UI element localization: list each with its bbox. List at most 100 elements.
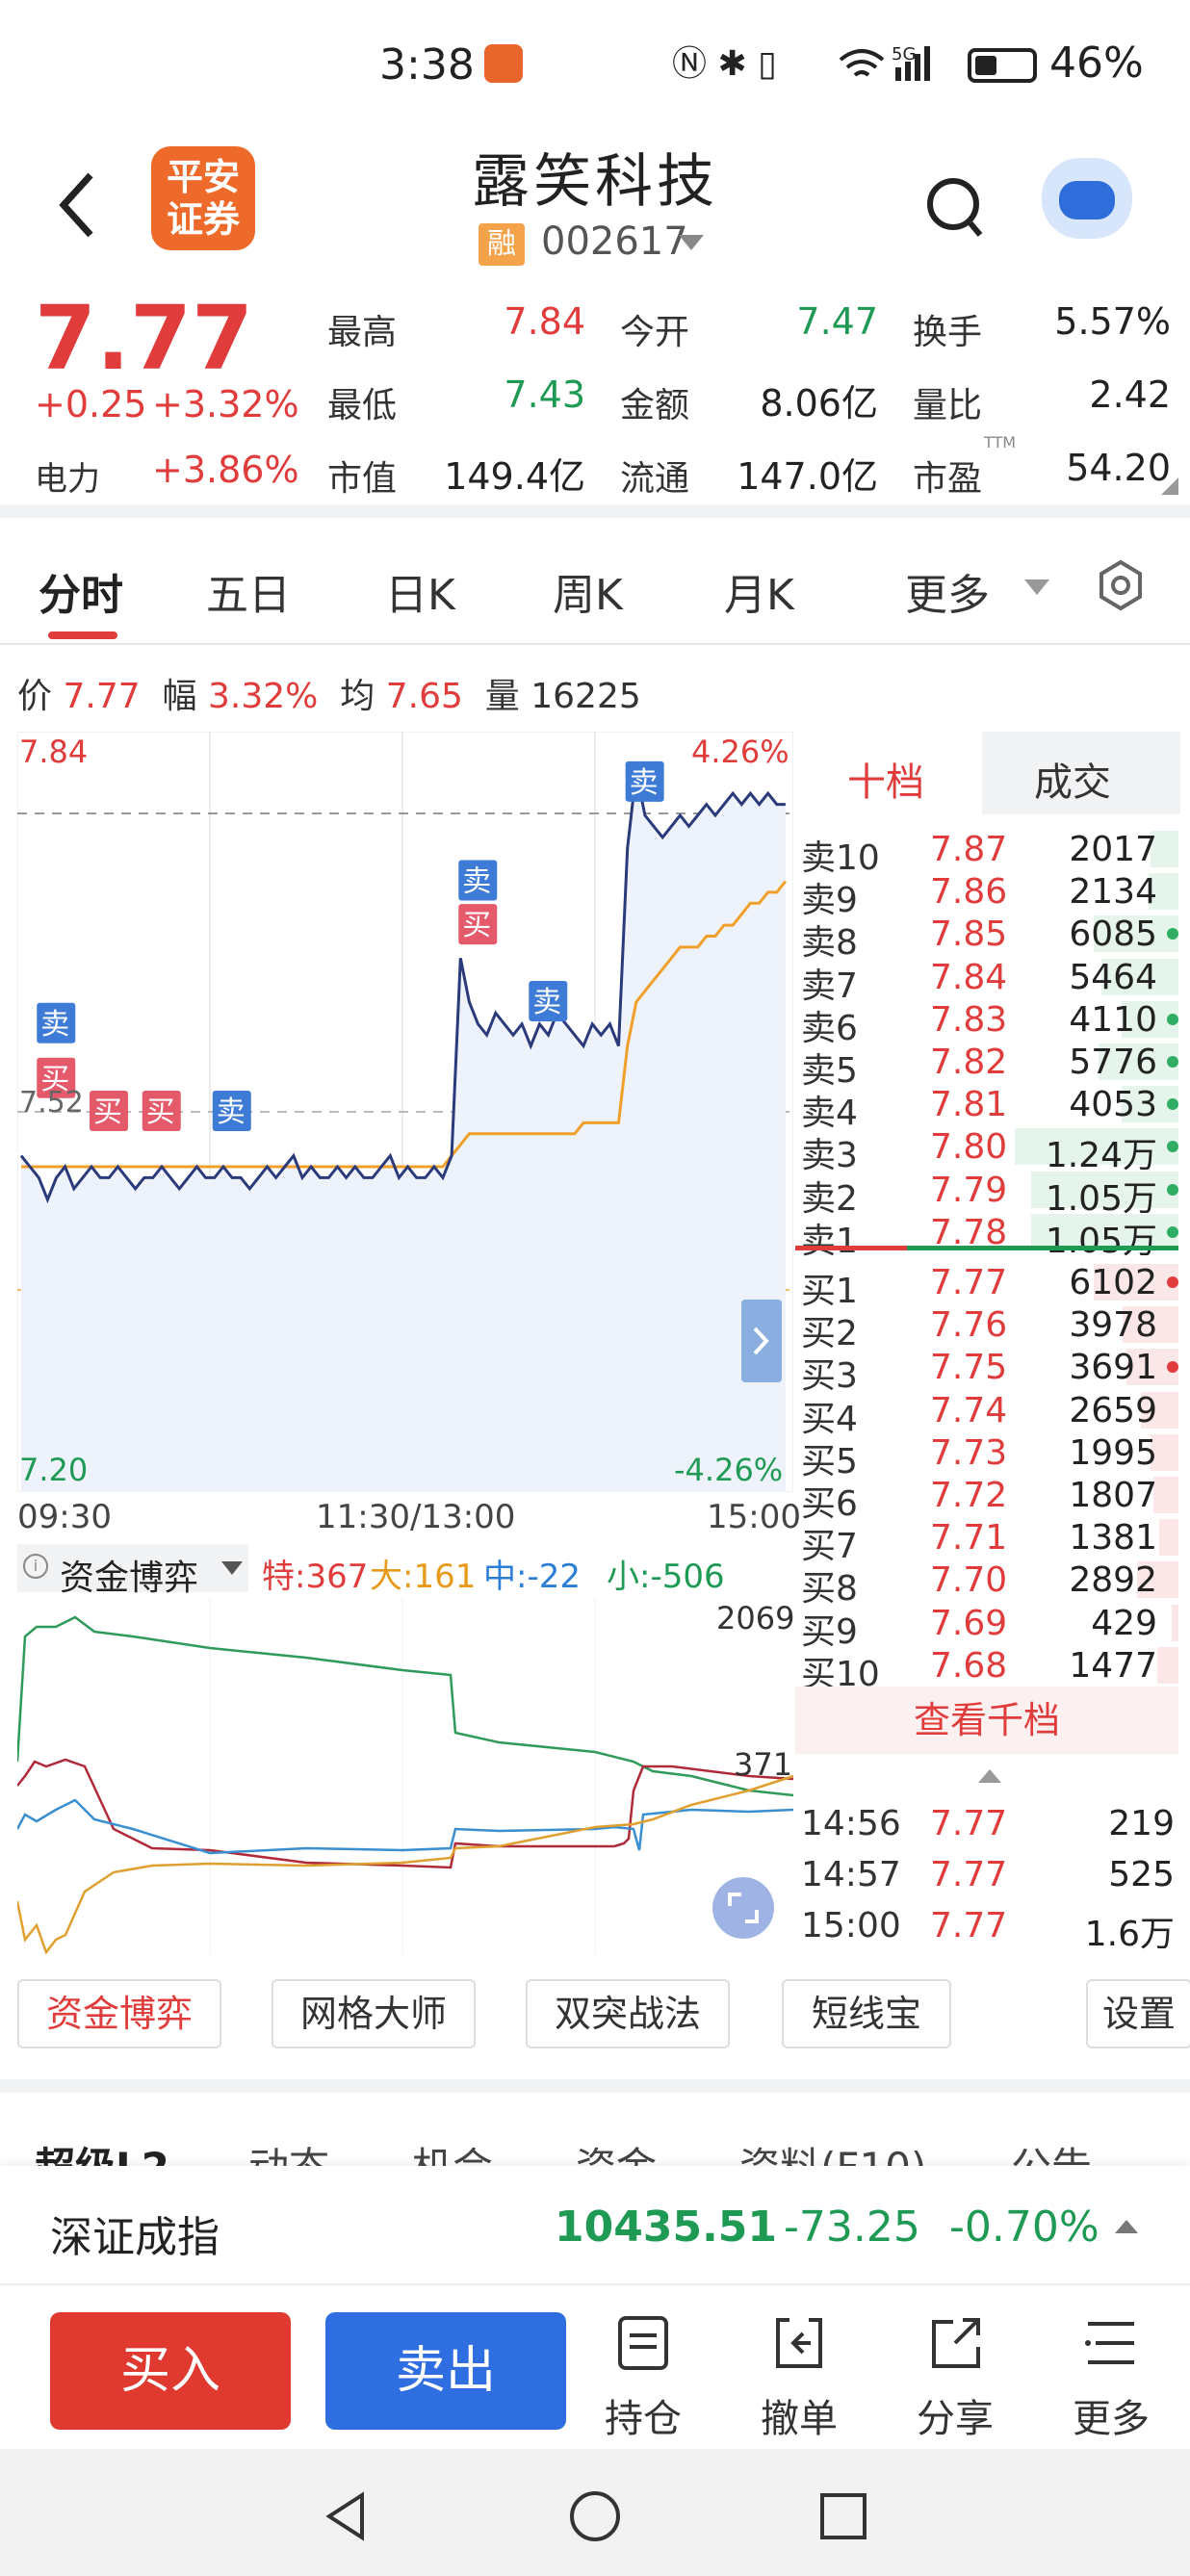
sell-signal-tag[interactable]: 卖: [529, 980, 568, 1021]
field-value: 8.06亿: [760, 382, 878, 425]
tab-ten-levels[interactable]: 十档: [795, 732, 982, 814]
level-price: 7.76: [930, 1305, 1008, 1346]
bid-row[interactable]: 买10 7.68 1477: [795, 1644, 1178, 1694]
sector-label[interactable]: 电力: [35, 452, 100, 500]
more-button[interactable]: 更多: [1053, 2314, 1169, 2441]
tab-monthly-k[interactable]: 月K: [724, 560, 794, 622]
field-value: 5.57%: [1054, 300, 1171, 343]
bid-row[interactable]: 买9 7.69 429: [795, 1602, 1178, 1652]
ask-row[interactable]: 卖5 7.82 5776: [795, 1041, 1178, 1091]
bid-row[interactable]: 买7 7.71 1381: [795, 1516, 1178, 1566]
level-volume: 2134: [1069, 872, 1157, 913]
ask-row[interactable]: 卖6 7.83 4110: [795, 998, 1178, 1048]
nav-recents-icon[interactable]: [815, 2487, 872, 2545]
tool-short-line[interactable]: 短线宝: [782, 1979, 951, 2048]
stock-name[interactable]: 露笑科技: [472, 135, 718, 219]
bid-row[interactable]: 买8 7.70 2892: [795, 1558, 1178, 1609]
fullscreen-icon[interactable]: [712, 1877, 774, 1939]
holdings-button[interactable]: 持仓: [585, 2314, 701, 2441]
tool-settings[interactable]: 设置: [1086, 1979, 1190, 2048]
tab-more[interactable]: 更多: [905, 560, 990, 622]
svg-text:买: 买: [146, 1095, 175, 1129]
sector-pct[interactable]: +3.86%: [152, 449, 299, 491]
tab-intraday[interactable]: 分时: [39, 560, 123, 622]
tab-opportunity[interactable]: 机会: [412, 2135, 493, 2166]
field-label: 最高: [327, 313, 398, 352]
sell-signal-tag[interactable]: 卖: [212, 1091, 251, 1131]
battery-percent: 46%: [1049, 39, 1144, 88]
field-label: 市盈: [913, 459, 983, 499]
bid-row[interactable]: 买3 7.75 3691: [795, 1346, 1178, 1396]
tab-super-l2[interactable]: 超级L2: [35, 2135, 169, 2166]
level-price: 7.87: [930, 830, 1008, 869]
field-label: 市值: [327, 459, 398, 499]
flow-xiao: 小:-506: [607, 1558, 725, 1596]
ask-row[interactable]: 卖4 7.81 4053: [795, 1083, 1178, 1133]
x-label: 11:30/13:00: [316, 1498, 516, 1536]
tab-f10[interactable]: 资料(F10): [739, 2135, 926, 2166]
expand-corner-icon[interactable]: [1161, 477, 1178, 495]
level-price: 7.73: [930, 1432, 1008, 1473]
chevron-down-icon[interactable]: [1024, 580, 1049, 595]
ask-row[interactable]: 卖7 7.84 5464: [795, 956, 1178, 1006]
tab-news[interactable]: 动态: [248, 2135, 329, 2166]
ask-row[interactable]: 卖2 7.79 1.05万: [795, 1169, 1178, 1219]
tool-grid-master[interactable]: 网格大师: [272, 1979, 476, 2048]
index-ticker[interactable]: 深证成指 10435.51 -73.25 -0.70%: [0, 2166, 1190, 2285]
ask-row[interactable]: 卖9 7.86 2134: [795, 870, 1178, 920]
ask-row[interactable]: 卖8 7.85 6085: [795, 913, 1178, 963]
sell-button[interactable]: 卖出: [325, 2312, 566, 2430]
share-button[interactable]: 分享: [897, 2314, 1013, 2441]
chevron-up-icon[interactable]: [1115, 2220, 1138, 2233]
tab-trades[interactable]: 成交: [982, 732, 1180, 814]
sell-signal-tag[interactable]: 卖: [458, 860, 498, 901]
stock-code[interactable]: 002617: [541, 219, 688, 264]
svg-text:卖: 卖: [217, 1095, 246, 1129]
tool-buttons: 资金博弈 网格大师 双突战法 短线宝 设置: [0, 1979, 1190, 2056]
tab-announcements[interactable]: 公告: [1011, 2135, 1092, 2166]
bid-row[interactable]: 买4 7.74 2659: [795, 1389, 1178, 1439]
sell-signal-tag[interactable]: 卖: [37, 1002, 76, 1043]
flow-line-te: [17, 1758, 793, 1869]
buy-button[interactable]: 买入: [50, 2312, 291, 2430]
buy-signal-tag[interactable]: 买: [142, 1091, 181, 1131]
bid-row[interactable]: 买2 7.76 3978: [795, 1303, 1178, 1353]
chevron-down-icon[interactable]: [679, 235, 704, 250]
assistant-robot-icon[interactable]: [1042, 158, 1132, 239]
flow-selector[interactable]: i 资金博弈: [17, 1544, 248, 1598]
view-more-levels-button[interactable]: 查看千档: [795, 1687, 1178, 1754]
tab-daily-k[interactable]: 日K: [385, 560, 455, 622]
sell-signal-tag[interactable]: 卖: [625, 760, 664, 802]
search-icon[interactable]: [924, 173, 986, 241]
buy-signal-tag[interactable]: 买: [458, 904, 498, 945]
buy-signal-tag[interactable]: 买: [90, 1091, 129, 1131]
spread-divider-left: [795, 1246, 907, 1250]
bid-row[interactable]: 买6 7.72 1807: [795, 1474, 1178, 1524]
intraday-chart[interactable]: 卖买买买卖卖买卖卖 7.84 4.26% 7.52 7.20 -4.26%: [17, 732, 793, 1492]
bid-row[interactable]: 买1 7.77 6102: [795, 1261, 1178, 1311]
settings-gear-icon[interactable]: [1094, 558, 1148, 612]
tab-funds[interactable]: 资金: [576, 2135, 657, 2166]
ask-row[interactable]: 卖3 7.80 1.24万: [795, 1125, 1178, 1175]
bid-row[interactable]: 买5 7.73 1995: [795, 1431, 1178, 1481]
tool-fund-game[interactable]: 资金博弈: [17, 1979, 221, 2048]
trade-row: 14:56 7.77 219: [795, 1802, 1178, 1850]
chevron-down-icon: [221, 1561, 243, 1575]
tool-double-breakout[interactable]: 双突战法: [526, 1979, 730, 2048]
index-value: 10435.51: [555, 2202, 778, 2252]
svg-text:买: 买: [462, 909, 491, 942]
broker-logo[interactable]: 平安 证券: [151, 146, 255, 250]
nav-back-icon[interactable]: [318, 2487, 375, 2545]
tab-five-day[interactable]: 五日: [206, 560, 291, 622]
price-change-pct: +3.32%: [152, 383, 299, 425]
signal-icons: Ⓝ ✱ ▯ 5G: [672, 39, 961, 96]
tab-weekly-k[interactable]: 周K: [553, 560, 623, 622]
fund-flow-chart[interactable]: 2069 371: [17, 1598, 793, 1954]
back-icon[interactable]: [50, 162, 108, 248]
cancel-order-button[interactable]: 撤单: [741, 2314, 857, 2441]
nav-home-icon[interactable]: [566, 2487, 624, 2545]
change-dot: [1167, 1225, 1178, 1238]
expand-panel-button[interactable]: [741, 1300, 782, 1382]
chevron-up-icon[interactable]: [978, 1769, 1001, 1783]
ask-row[interactable]: 卖10 7.87 2017: [795, 828, 1178, 878]
